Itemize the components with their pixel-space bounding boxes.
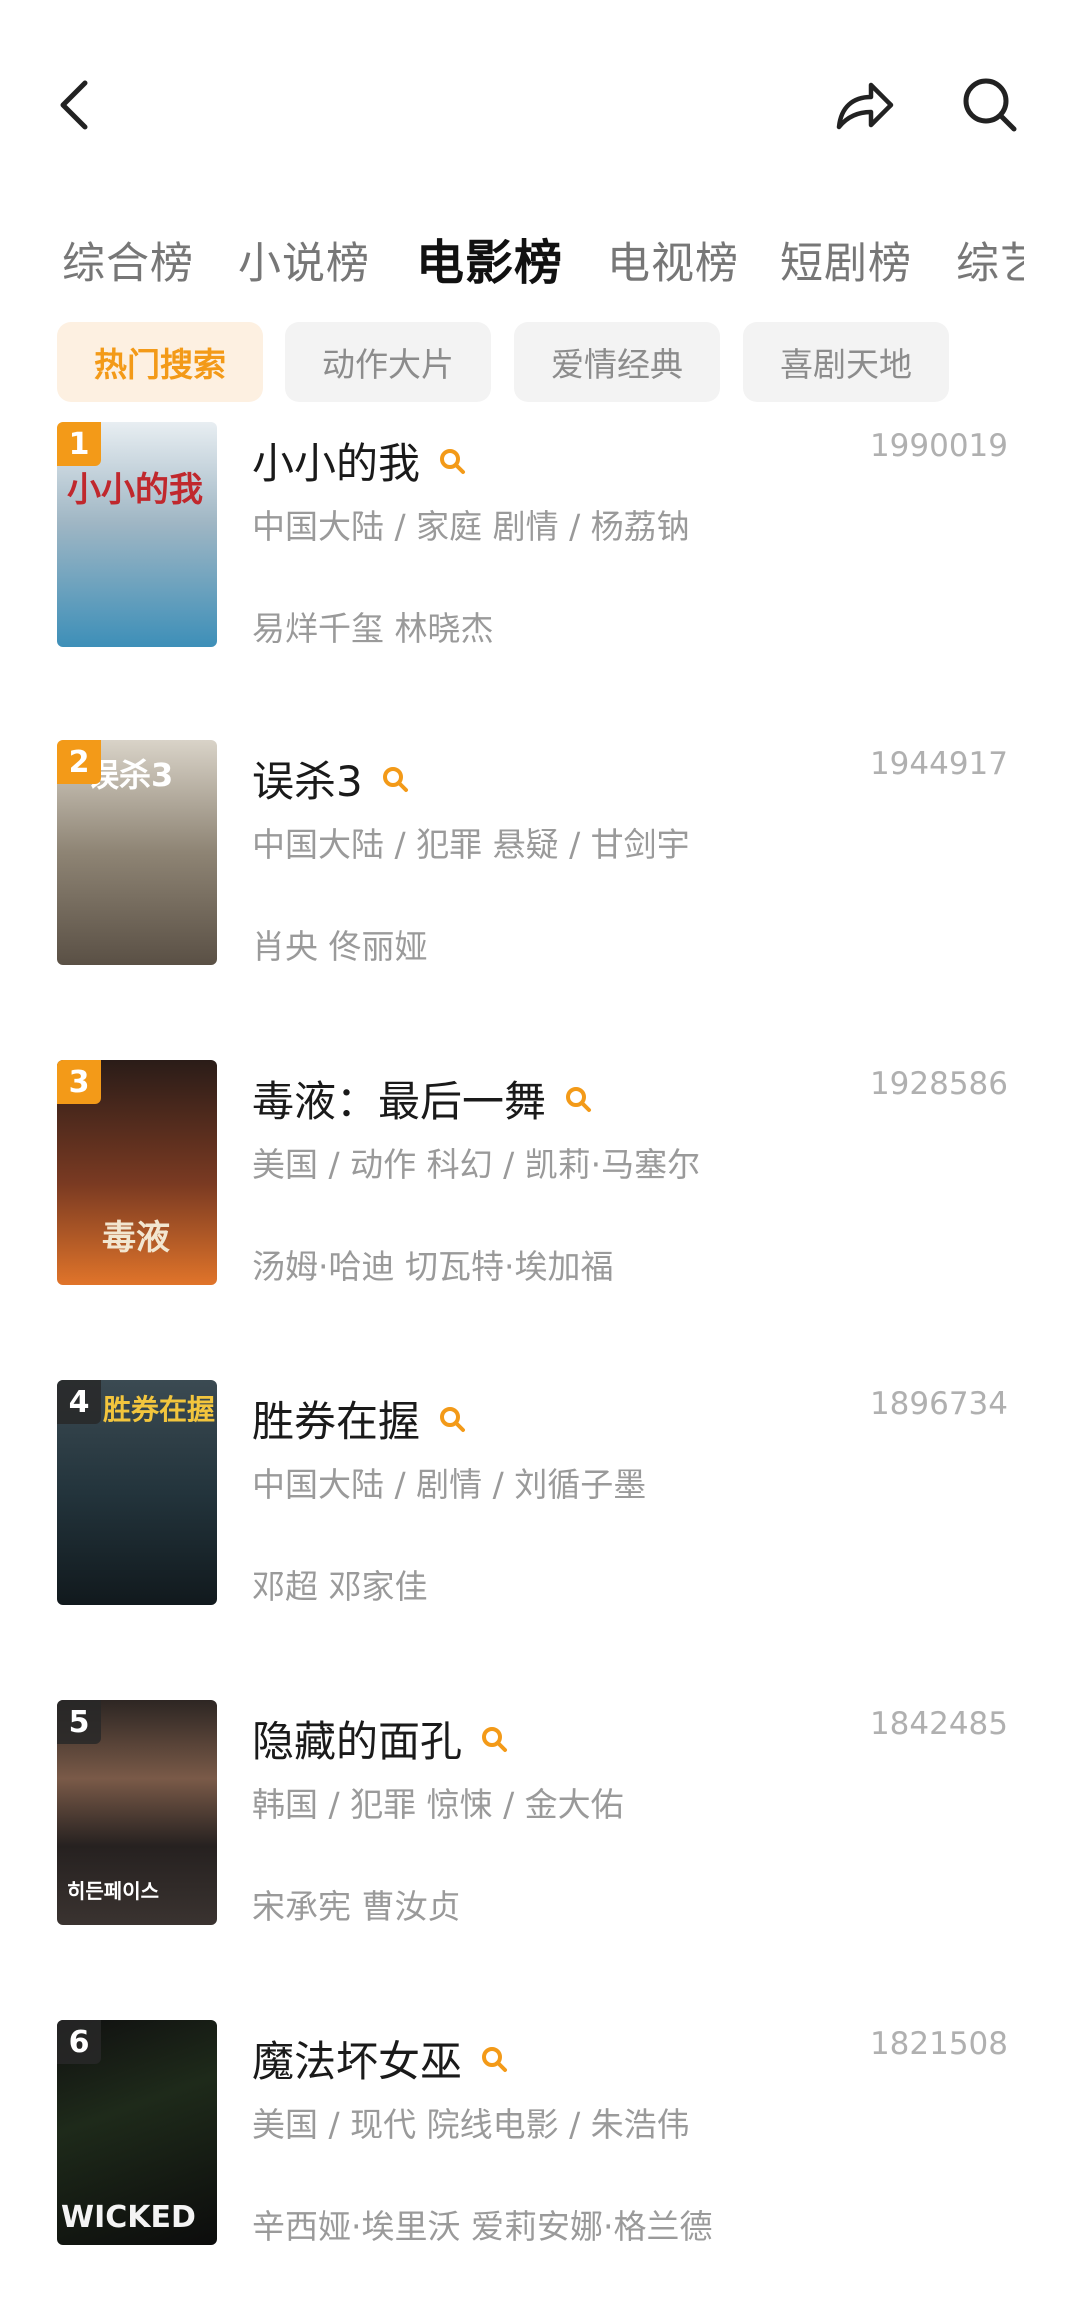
rank-badge: 4: [57, 1380, 101, 1424]
list-item[interactable]: 히든페이스 5 隐藏的面孔 1842485 韩国 / 犯罪 惊悚 / 金大佑 宋…: [0, 1700, 1080, 2000]
movie-cast: 宋承宪 曹汝贞: [252, 1887, 461, 1926]
movie-meta: 美国 / 动作 科幻 / 凯莉·马塞尔: [252, 1145, 701, 1184]
ranking-tabs: 综合榜 小说榜 电影榜 电视榜 短剧榜 综艺: [0, 215, 1080, 295]
search-icon: [438, 447, 466, 475]
search-icon: [564, 1085, 592, 1113]
chip-action[interactable]: 动作大片: [285, 322, 491, 402]
category-chips: 热门搜索 动作大片 爱情经典 喜剧天地: [0, 322, 1080, 402]
list-item[interactable]: 小小的我 1 小小的我 1990019 中国大陆 / 家庭 剧情 / 杨荔钠 易…: [0, 422, 1080, 722]
list-item[interactable]: 毒液 3 毒液：最后一舞 1928586 美国 / 动作 科幻 / 凯莉·马塞尔…: [0, 1060, 1080, 1360]
search-count: 1821508: [869, 2026, 1008, 2062]
poster-title: 胜券在握: [103, 1393, 216, 1426]
rank-badge: 1: [57, 422, 101, 466]
tab-comprehensive[interactable]: 综合榜: [62, 229, 194, 291]
share-icon: [836, 82, 894, 130]
share-button[interactable]: [825, 65, 905, 145]
movie-poster[interactable]: 小小的我 1: [57, 422, 217, 647]
tab-novel[interactable]: 小说榜: [238, 229, 370, 291]
search-count: 1990019: [869, 428, 1008, 464]
movie-title[interactable]: 小小的我: [252, 430, 466, 491]
chip-hot-search[interactable]: 热门搜索: [57, 322, 263, 402]
movie-title[interactable]: 隐藏的面孔: [252, 1708, 508, 1769]
movie-cast: 肖央 佟丽娅: [252, 927, 428, 966]
search-count: 1896734: [869, 1386, 1008, 1422]
search-icon: [480, 1725, 508, 1753]
movie-cast: 易烊千玺 林晓杰: [252, 609, 494, 648]
search-count: 1928586: [869, 1066, 1008, 1102]
movie-title-text: 误杀3: [252, 757, 363, 806]
rank-badge: 5: [57, 1700, 101, 1744]
movie-title-text: 胜券在握: [252, 1397, 421, 1446]
tab-tv[interactable]: 电视榜: [607, 229, 739, 291]
movie-meta: 中国大陆 / 犯罪 悬疑 / 甘剑宇: [252, 825, 690, 864]
search-icon: [963, 78, 1017, 132]
chip-romance[interactable]: 爱情经典: [514, 322, 720, 402]
movie-title[interactable]: 魔法坏女巫: [252, 2028, 508, 2089]
tab-variety[interactable]: 综艺: [956, 229, 1024, 291]
movie-title-text: 隐藏的面孔: [252, 1717, 463, 1766]
movie-poster[interactable]: 胜券在握 4: [57, 1380, 217, 1605]
search-count: 1842485: [869, 1706, 1008, 1742]
movie-meta: 中国大陆 / 家庭 剧情 / 杨荔钠: [252, 507, 690, 546]
search-icon: [381, 765, 409, 793]
movie-poster[interactable]: 误杀3 2: [57, 740, 217, 965]
tab-movie[interactable]: 电影榜: [416, 223, 563, 293]
list-item[interactable]: WICKED 6 魔法坏女巫 1821508 美国 / 现代 院线电影 / 朱浩…: [0, 2020, 1080, 2320]
search-button[interactable]: [950, 65, 1030, 145]
search-icon: [480, 2045, 508, 2073]
search-count: 1944917: [869, 746, 1008, 782]
movie-title[interactable]: 胜券在握: [252, 1388, 466, 1449]
tab-short-drama[interactable]: 短剧榜: [780, 229, 912, 291]
chip-comedy[interactable]: 喜剧天地: [743, 322, 949, 402]
movie-title[interactable]: 误杀3: [252, 748, 409, 809]
movie-cast: 辛西娅·埃里沃 爱莉安娜·格兰德: [252, 2207, 713, 2246]
poster-title: 히든페이스: [67, 1879, 159, 1903]
poster-title: 毒液: [102, 1218, 170, 1258]
movie-meta: 美国 / 现代 院线电影 / 朱浩伟: [252, 2105, 690, 2144]
movie-poster[interactable]: 毒液 3: [57, 1060, 217, 1285]
search-icon: [438, 1405, 466, 1433]
list-item[interactable]: 胜券在握 4 胜券在握 1896734 中国大陆 / 剧情 / 刘循子墨 邓超 …: [0, 1380, 1080, 1680]
movie-meta: 韩国 / 犯罪 惊悚 / 金大佑: [252, 1785, 624, 1824]
poster-title: WICKED: [61, 2200, 196, 2235]
rank-badge: 2: [57, 740, 101, 784]
poster-title: 小小的我: [67, 470, 203, 510]
movie-meta: 中国大陆 / 剧情 / 刘循子墨: [252, 1465, 647, 1504]
back-button[interactable]: [40, 70, 110, 140]
movie-cast: 邓超 邓家佳: [252, 1567, 428, 1606]
movie-title-text: 小小的我: [252, 439, 421, 488]
rank-badge: 6: [57, 2020, 101, 2064]
movie-title[interactable]: 毒液：最后一舞: [252, 1068, 592, 1129]
movie-poster[interactable]: 히든페이스 5: [57, 1700, 217, 1925]
movie-cast: 汤姆·哈迪 切瓦特·埃加福: [252, 1247, 614, 1286]
rank-badge: 3: [57, 1060, 101, 1104]
list-item[interactable]: 误杀3 2 误杀3 1944917 中国大陆 / 犯罪 悬疑 / 甘剑宇 肖央 …: [0, 740, 1080, 1040]
movie-title-text: 魔法坏女巫: [252, 2037, 463, 2086]
top-bar: [0, 0, 1080, 200]
movie-title-text: 毒液：最后一舞: [252, 1077, 547, 1126]
chevron-left-icon: [60, 80, 88, 130]
movie-poster[interactable]: WICKED 6: [57, 2020, 217, 2245]
